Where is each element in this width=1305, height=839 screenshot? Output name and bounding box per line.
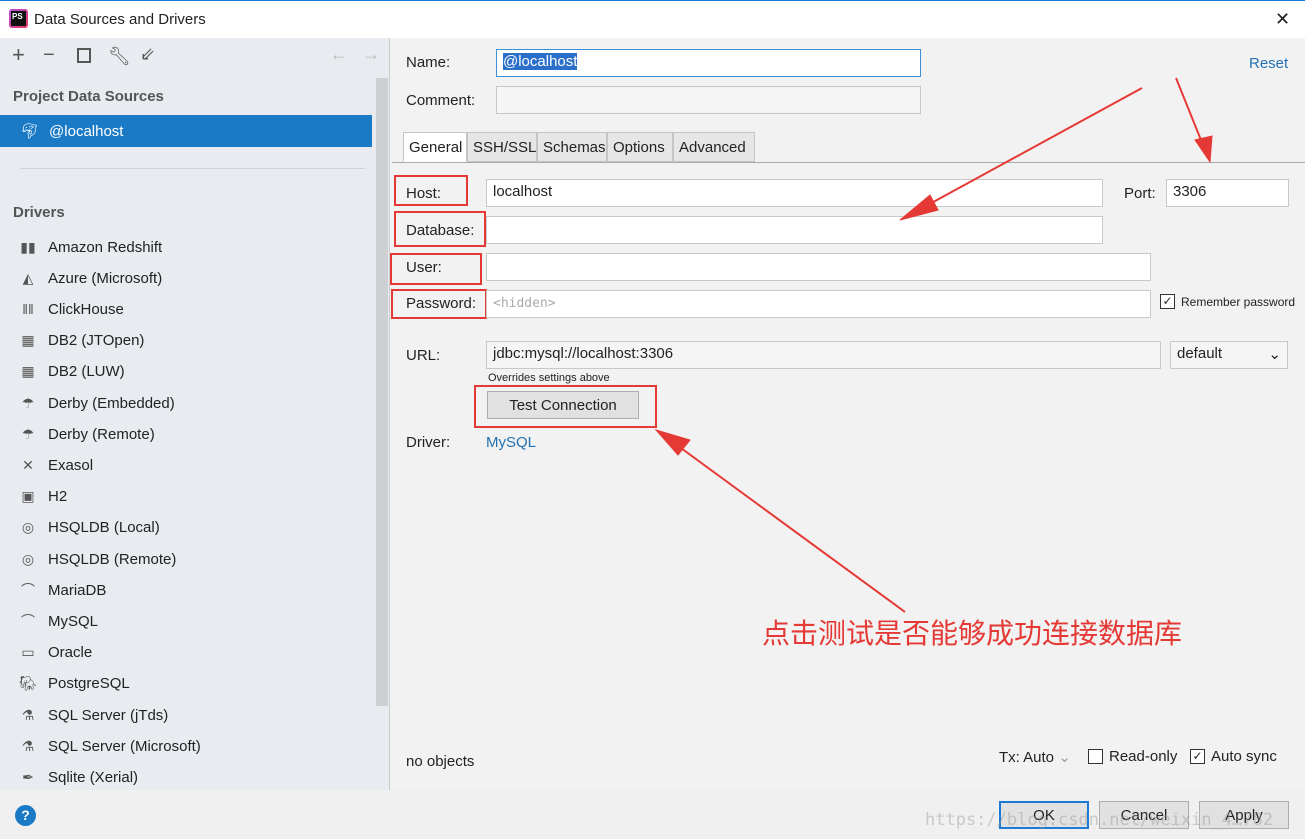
annotation-text: 点击测试是否能够成功连接数据库 (762, 618, 1183, 649)
arrowhead-port (1194, 135, 1213, 164)
annotation-arrows (654, 77, 1213, 613)
status-text: no objects (406, 753, 475, 770)
auto-sync-checkbox[interactable]: ✓ (1190, 749, 1205, 764)
arrow-to-test (669, 439, 906, 613)
read-only-label: Read-only (1109, 748, 1178, 765)
help-button[interactable]: ? (15, 805, 36, 826)
tx-dropdown[interactable]: Tx: Auto ⌄ (999, 748, 1071, 766)
bottom-bar: ? OK Cancel Apply https://blog.csdn.net/… (0, 790, 1305, 839)
chevron-down-icon: ⌄ (1054, 749, 1071, 766)
read-only-checkbox[interactable] (1088, 749, 1103, 764)
arrow-to-database (914, 87, 1143, 213)
watermark: https://blog.csdn.net/weixin_4…782 (925, 810, 1273, 830)
auto-sync-label: Auto sync (1211, 748, 1277, 765)
arrowhead-database (899, 194, 939, 221)
